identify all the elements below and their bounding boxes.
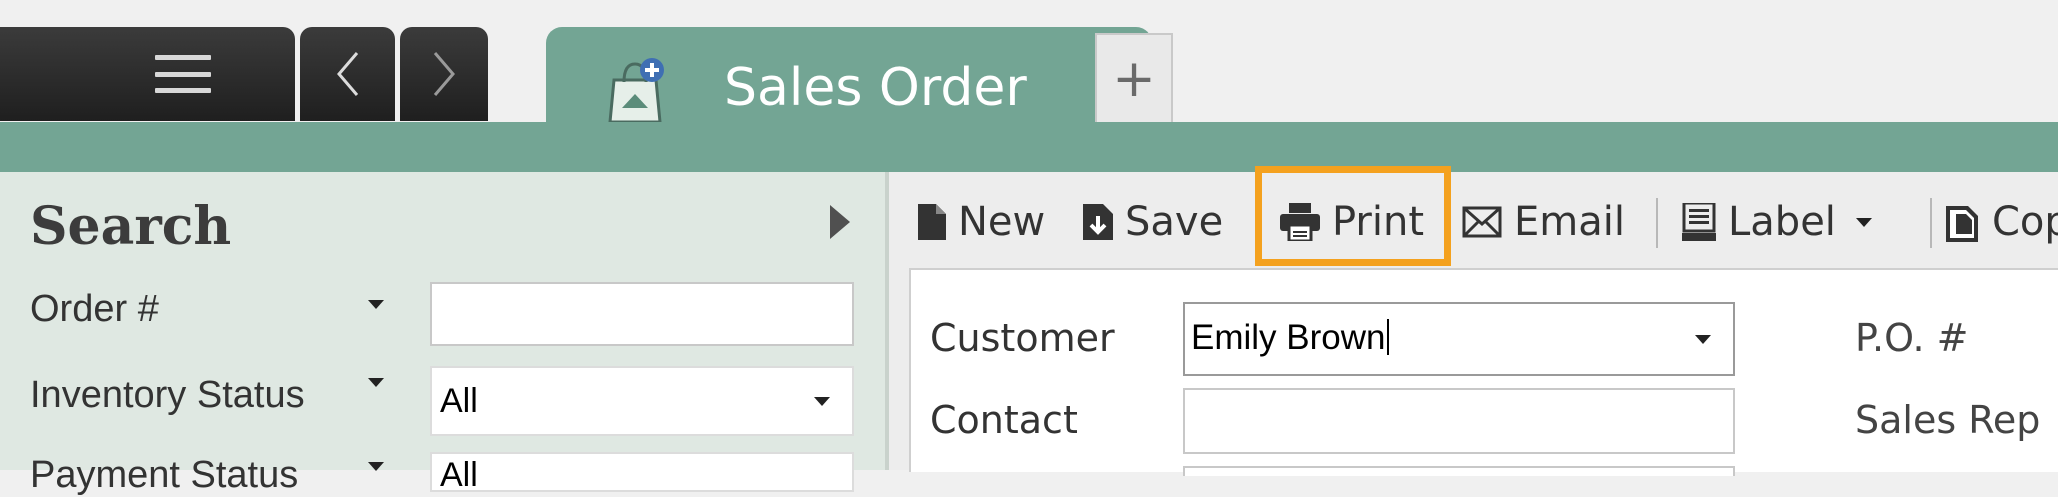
email-icon [1462, 206, 1502, 238]
copy-button[interactable]: Copy [1946, 190, 2058, 254]
label-button[interactable]: Label [1682, 190, 1872, 254]
filter-operator-dropdown-icon[interactable] [368, 300, 384, 309]
contact-input[interactable] [1183, 388, 1735, 454]
back-button[interactable] [300, 27, 395, 121]
inventory-status-value: All [440, 382, 478, 420]
save-button[interactable]: Save [1083, 190, 1223, 254]
customer-label: Customer [930, 316, 1115, 360]
label-label: Label [1728, 199, 1836, 245]
copy-label: Copy [1992, 199, 2058, 245]
toolbar-separator [1930, 198, 1932, 248]
print-button-highlight [1255, 166, 1451, 266]
filter-label-order-number: Order # [30, 288, 159, 330]
filter-label-payment-status: Payment Status [30, 454, 299, 496]
main-menu-button[interactable] [0, 27, 295, 121]
label-icon [1682, 203, 1716, 241]
email-button[interactable]: Email [1462, 190, 1625, 254]
chevron-right-icon [433, 52, 455, 96]
payment-status-value: All [440, 456, 478, 494]
toolbar-separator [1656, 198, 1658, 248]
next-form-field[interactable] [1183, 466, 1735, 476]
search-title: Search [30, 196, 232, 257]
copy-icon [1946, 206, 1978, 242]
customer-combobox[interactable]: Emily Brown [1183, 302, 1735, 376]
collapse-panel-icon[interactable] [830, 205, 850, 239]
order-number-input[interactable] [430, 282, 854, 346]
contact-label: Contact [930, 398, 1078, 442]
new-document-icon [918, 204, 946, 240]
po-number-label: P.O. # [1855, 316, 1969, 360]
filter-operator-dropdown-icon[interactable] [368, 378, 384, 387]
new-tab-button[interactable]: + [1095, 33, 1173, 123]
plus-icon: + [1112, 49, 1156, 109]
payment-status-select[interactable]: All [430, 452, 854, 494]
customer-value: Emily Brown [1191, 318, 1390, 358]
forward-button[interactable] [400, 27, 488, 121]
chevron-down-icon[interactable] [1673, 304, 1733, 374]
new-button[interactable]: New [918, 190, 1045, 254]
chevron-down-icon[interactable] [792, 368, 852, 434]
new-label: New [958, 199, 1046, 245]
email-label: Email [1514, 199, 1625, 245]
filter-label-inventory-status: Inventory Status [30, 374, 305, 416]
sales-rep-label: Sales Rep [1855, 398, 2041, 442]
tab-strip-band [0, 122, 2058, 172]
inventory-status-select[interactable]: All [430, 366, 854, 436]
save-label: Save [1125, 199, 1224, 245]
hamburger-icon [154, 55, 211, 93]
chevron-left-icon [336, 52, 358, 96]
save-icon [1083, 204, 1113, 240]
tab-title: Sales Order [724, 58, 1027, 118]
chevron-down-icon[interactable] [1855, 217, 1872, 227]
